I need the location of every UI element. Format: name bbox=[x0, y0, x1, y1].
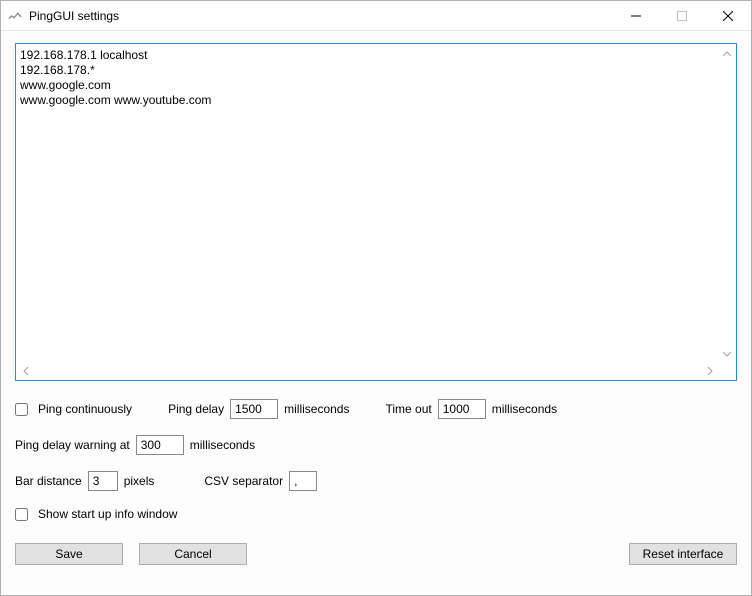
show-startup-checkbox[interactable] bbox=[15, 508, 28, 521]
warning-unit: milliseconds bbox=[190, 438, 255, 452]
warning-input[interactable] bbox=[136, 435, 184, 455]
csv-separator-input[interactable] bbox=[289, 471, 317, 491]
close-button[interactable] bbox=[705, 1, 751, 30]
timeout-unit: milliseconds bbox=[492, 402, 557, 416]
bar-distance-unit: pixels bbox=[124, 474, 155, 488]
timeout-input[interactable] bbox=[438, 399, 486, 419]
hosts-textarea[interactable]: 192.168.178.1 localhost 192.168.178.* ww… bbox=[15, 43, 737, 381]
save-button[interactable]: Save bbox=[15, 543, 123, 565]
scroll-left-icon[interactable] bbox=[18, 363, 34, 379]
scroll-right-icon[interactable] bbox=[702, 363, 718, 379]
minimize-button[interactable] bbox=[613, 1, 659, 30]
ping-continuously-label: Ping continuously bbox=[38, 402, 132, 416]
bar-distance-input[interactable] bbox=[88, 471, 118, 491]
ping-delay-input[interactable] bbox=[230, 399, 278, 419]
bar-distance-label: Bar distance bbox=[15, 474, 82, 488]
scroll-down-icon[interactable] bbox=[719, 346, 735, 362]
ping-continuously-checkbox[interactable] bbox=[15, 403, 28, 416]
titlebar: PingGUI settings bbox=[1, 1, 751, 31]
maximize-button bbox=[659, 1, 705, 30]
ping-delay-label: Ping delay bbox=[168, 402, 224, 416]
scroll-up-icon[interactable] bbox=[719, 46, 735, 62]
warning-label: Ping delay warning at bbox=[15, 438, 130, 452]
timeout-label: Time out bbox=[385, 402, 431, 416]
ping-delay-unit: milliseconds bbox=[284, 402, 349, 416]
csv-separator-label: CSV separator bbox=[204, 474, 283, 488]
cancel-button[interactable]: Cancel bbox=[139, 543, 247, 565]
show-startup-label: Show start up info window bbox=[38, 507, 177, 521]
window-title: PingGUI settings bbox=[29, 9, 119, 23]
hosts-content[interactable]: 192.168.178.1 localhost 192.168.178.* ww… bbox=[20, 48, 718, 362]
app-icon bbox=[7, 8, 23, 24]
reset-interface-button[interactable]: Reset interface bbox=[629, 543, 737, 565]
